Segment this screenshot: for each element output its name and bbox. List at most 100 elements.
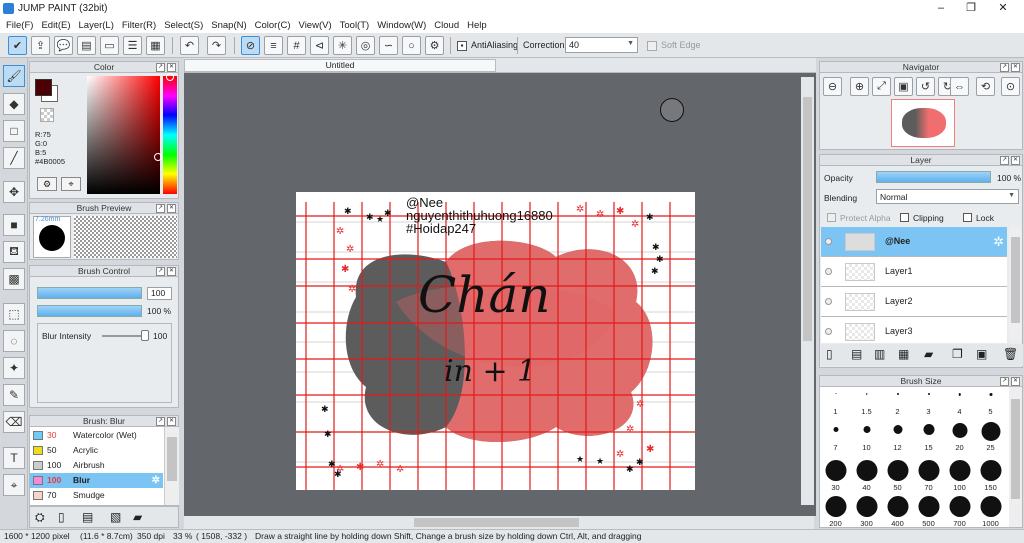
maximize-button[interactable]: ❐ xyxy=(956,0,986,17)
panel-close-icon[interactable]: ✕ xyxy=(1011,377,1020,386)
main-color-swatch[interactable] xyxy=(35,79,52,96)
layer-row-layer1[interactable]: Layer1 xyxy=(821,257,1007,287)
grid-snap-icon[interactable]: # xyxy=(287,36,306,55)
line-tool-icon[interactable]: ╱ xyxy=(3,147,25,169)
merge-layer-icon[interactable]: ▣ xyxy=(976,347,987,361)
scrollbar-thumb[interactable] xyxy=(1011,237,1020,323)
check-icon[interactable]: ✔ xyxy=(8,36,27,55)
curve-icon[interactable]: ∽ xyxy=(379,36,398,55)
close-button[interactable]: ✕ xyxy=(988,0,1018,17)
snap-off-icon[interactable]: ⊘ xyxy=(241,36,260,55)
actual-size-icon[interactable]: ▣ xyxy=(894,77,913,96)
visibility-icon[interactable] xyxy=(825,268,832,275)
brush-tool-icon[interactable]: 🖌 xyxy=(3,65,25,87)
blending-select[interactable]: Normal ▼ xyxy=(876,189,1019,204)
brush-size-20[interactable]: 20 xyxy=(944,419,975,453)
color-picker-button[interactable]: ⌖ xyxy=(61,177,81,191)
panel-undock-icon[interactable]: ↗ xyxy=(156,267,165,276)
brush-size-25[interactable]: 25 xyxy=(975,419,1006,453)
panel-close-icon[interactable]: ✕ xyxy=(167,204,176,213)
rectangle-tool-icon[interactable]: □ xyxy=(3,120,25,142)
brush-item-watercolor[interactable]: 30 Watercolor (Wet) xyxy=(30,428,163,443)
visibility-icon[interactable] xyxy=(825,328,832,335)
antialiasing-checkbox[interactable]: ▪ xyxy=(457,41,467,51)
gear-icon[interactable]: ✲ xyxy=(993,234,1004,250)
protect-alpha-checkbox[interactable] xyxy=(827,213,836,222)
brush-size-12[interactable]: 12 xyxy=(882,419,913,453)
brush-cloud-icon[interactable]: ⛭ xyxy=(35,510,45,525)
brush-size-70[interactable]: 70 xyxy=(913,457,944,492)
trash-icon[interactable]: 🗑 xyxy=(1003,347,1018,361)
brush-size-50[interactable]: 50 xyxy=(882,457,913,492)
page-icon[interactable]: ▭ xyxy=(100,36,119,55)
brush-settings-icon[interactable]: ▧ xyxy=(110,510,121,524)
brush-list-scrollbar[interactable] xyxy=(164,427,179,505)
layer-row-nee[interactable]: @Nee ✲ xyxy=(821,227,1007,257)
duplicate-layer-icon[interactable]: ❐ xyxy=(952,347,963,361)
bucket-tool-icon[interactable]: ⛾ xyxy=(3,241,25,263)
menu-color[interactable]: Color(C) xyxy=(255,20,291,31)
brush-item-smudge[interactable]: 70 Smudge xyxy=(30,488,163,503)
flip-icon[interactable]: ⇔ xyxy=(950,77,969,96)
saturation-value-square[interactable] xyxy=(87,76,160,194)
brush-size-30[interactable]: 30 xyxy=(820,457,851,492)
panel-undock-icon[interactable]: ↗ xyxy=(156,204,165,213)
palette-button[interactable]: ⚙ xyxy=(37,177,57,191)
brush-size-4[interactable]: 4 xyxy=(944,387,975,417)
brush-size-1[interactable]: 1 xyxy=(820,387,851,417)
eraser-tool-icon[interactable]: ◆ xyxy=(3,93,25,115)
magic-wand-icon[interactable]: ✦ xyxy=(3,357,25,379)
zoom-in-icon[interactable]: ⊕ xyxy=(850,77,869,96)
horizontal-scrollbar[interactable] xyxy=(184,516,814,529)
blur-intensity-handle[interactable] xyxy=(141,330,149,341)
menu-filter[interactable]: Filter(R) xyxy=(122,20,156,31)
eyedropper-tool-icon[interactable]: ⌖ xyxy=(3,474,25,496)
gear-icon[interactable]: ⚙ xyxy=(425,36,444,55)
panel-close-icon[interactable]: ✕ xyxy=(167,63,176,72)
brush-size-200[interactable]: 200 xyxy=(820,493,851,528)
brush-size-1000[interactable]: 1000 xyxy=(975,493,1006,528)
menu-layer[interactable]: Layer(L) xyxy=(79,20,114,31)
hue-slider[interactable] xyxy=(163,76,177,194)
reset-rotation-icon[interactable]: ⟲ xyxy=(976,77,995,96)
lock-checkbox[interactable] xyxy=(963,213,972,222)
visibility-icon[interactable] xyxy=(825,298,832,305)
panel-undock-icon[interactable]: ↗ xyxy=(1000,377,1009,386)
visibility-icon[interactable] xyxy=(825,238,832,245)
brush-size-150[interactable]: 150 xyxy=(975,457,1006,492)
layer-row-layer3[interactable]: Layer3 xyxy=(821,317,1007,343)
undo-icon[interactable]: ↶ xyxy=(180,36,199,55)
artboard[interactable]: ✲ ✲ ✱ ✲ ✲ ✱ ✲ ✲ ✲ ✱ ✲ ✲ ✲ ✱ ✲ ✲ ✱ ✱ ★ ✱ ✱ ✱ ✱ ✱ ✱ ✱ ✱ ✱ ★ ★ ✱ ✱ … xyxy=(296,192,695,490)
brush-size-5[interactable]: 5 xyxy=(975,387,1006,417)
menu-window[interactable]: Window(W) xyxy=(377,20,426,31)
brush-size-300[interactable]: 300 xyxy=(851,493,882,528)
move-tool-icon[interactable]: ✥ xyxy=(3,181,25,203)
concentric-circles-icon[interactable]: ◎ xyxy=(356,36,375,55)
brush-size-3[interactable]: 3 xyxy=(913,387,944,417)
brush-item-acrylic[interactable]: 50 Acrylic xyxy=(30,443,163,458)
brush-size-700[interactable]: 700 xyxy=(944,493,975,528)
menu-select[interactable]: Select(S) xyxy=(164,20,203,31)
menu-file[interactable]: File(F) xyxy=(6,20,33,31)
brush-size-scrollbar[interactable] xyxy=(1009,387,1022,527)
tab-untitled[interactable]: Untitled xyxy=(184,59,496,72)
brush-size-7[interactable]: 7 xyxy=(820,419,851,453)
scrollbar-thumb[interactable] xyxy=(167,437,177,481)
menu-view[interactable]: View(V) xyxy=(299,20,332,31)
gradient-tool-icon[interactable]: ▩ xyxy=(3,268,25,290)
panel-undock-icon[interactable]: ↗ xyxy=(1000,156,1009,165)
vertical-scrollbar[interactable] xyxy=(801,77,814,505)
clipping-checkbox[interactable] xyxy=(900,213,909,222)
new-layer-icon[interactable]: ▯ xyxy=(826,347,833,361)
navigator-options-icon[interactable]: ⊙ xyxy=(1001,77,1020,96)
zoom-out-icon[interactable]: ⊖ xyxy=(823,77,842,96)
panel-undock-icon[interactable]: ↗ xyxy=(156,417,165,426)
navigator-thumbnail[interactable] xyxy=(891,99,955,147)
perspective-icon[interactable]: ⊲ xyxy=(310,36,329,55)
brush-size-10[interactable]: 10 xyxy=(851,419,882,453)
select-rect-icon[interactable]: ⬚ xyxy=(3,303,25,325)
fit-screen-icon[interactable]: ⤢ xyxy=(872,77,891,96)
layer-list-scrollbar[interactable] xyxy=(1009,227,1022,343)
brush-size-slider[interactable] xyxy=(37,287,142,299)
parallel-lines-icon[interactable]: ≡ xyxy=(264,36,283,55)
